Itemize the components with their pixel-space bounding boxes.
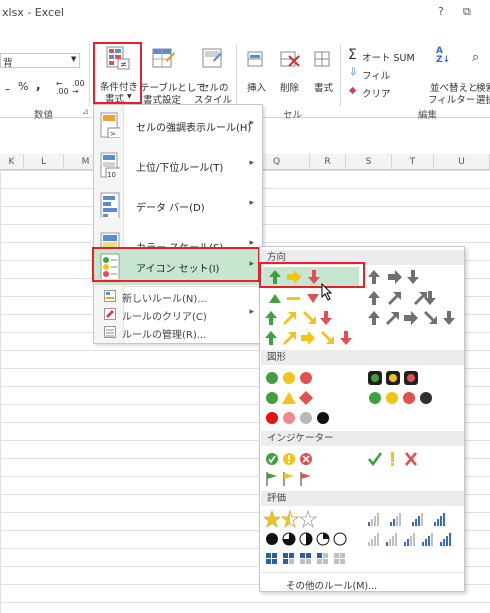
section-indicators: インジケーター	[261, 431, 464, 446]
column-header[interactable]: U	[434, 154, 490, 170]
conditional-formatting-menu: > セルの強調表示ルール(H) ▸ 10 上位/下位ルール(T) ▸ データ バ…	[93, 104, 263, 344]
help-icon[interactable]: ?	[438, 5, 444, 18]
icon-sets-gallery: 方向 図形 インジケーター 評価 その他のルール(M)...	[259, 246, 465, 592]
format-cells-icon	[314, 51, 330, 67]
icon-set-5-boxes[interactable]	[263, 550, 359, 568]
column-header[interactable]: S	[346, 154, 392, 170]
icon-set-3-traffic-lights[interactable]	[263, 369, 359, 387]
menu-item-clear-rules[interactable]: ルールのクリア(C) ▸	[94, 305, 262, 323]
separator	[236, 44, 237, 106]
percent-button[interactable]: %	[18, 80, 28, 93]
highlight-box-icon-sets	[92, 247, 260, 282]
icon-set-3-flags[interactable]	[263, 470, 359, 488]
icon-set-3-symbols-circled[interactable]	[263, 450, 359, 468]
menu-item-new-rule[interactable]: 新しいルール(N)...	[94, 287, 262, 305]
clear-rules-icon	[104, 308, 116, 320]
edit-group-label: 編集	[418, 110, 438, 121]
find-label-2[interactable]: 選択	[476, 92, 490, 106]
icon-set-3-symbols[interactable]	[366, 450, 430, 468]
highlight-cells-rules-icon: >	[100, 112, 120, 138]
highlight-box-arrows	[259, 262, 365, 288]
restore-icon[interactable]: ⧉	[463, 5, 471, 19]
icon-set-5-rating-bars[interactable]	[366, 530, 462, 548]
chevron-down-icon: ▼	[71, 55, 77, 63]
delete-label[interactable]: 削除	[280, 80, 299, 94]
menu-item-label: セルの強調表示ルール(H)	[136, 123, 252, 134]
number-format-value: 背	[3, 58, 13, 69]
sort-filter-label-2[interactable]: フィルター	[428, 92, 475, 106]
currency-icon[interactable]: ｰ	[5, 82, 10, 96]
menu-item-manage-rules[interactable]: ルールの管理(R)...	[94, 323, 262, 341]
icon-set-3-triangles[interactable]	[263, 289, 359, 307]
column-header[interactable]: T	[392, 154, 434, 170]
autosum-icon: Σ	[348, 47, 357, 63]
submenu-arrow-icon: ▸	[249, 307, 254, 317]
icon-set-3-stars[interactable]	[263, 510, 359, 528]
delete-cells-icon	[280, 51, 300, 67]
data-bars-icon	[100, 192, 120, 218]
fill-icon: ⇩	[349, 67, 358, 78]
icon-set-5-quarters[interactable]	[263, 530, 359, 548]
separator	[340, 44, 341, 106]
submenu-arrow-icon: ▸	[249, 198, 254, 208]
separator	[89, 44, 90, 106]
manage-rules-icon	[104, 326, 116, 338]
menu-divider	[261, 572, 464, 573]
icon-set-4-rating-bars[interactable]	[366, 510, 462, 528]
column-header[interactable]: R	[310, 154, 346, 170]
menu-item-label: 上位/下位ルール(T)	[136, 163, 224, 174]
cell-styles-icon	[202, 48, 222, 68]
clear-icon: ◆	[349, 85, 357, 96]
menu-item-top-bottom-rules[interactable]: 10 上位/下位ルール(T) ▸	[94, 146, 262, 186]
increase-decimal-icon[interactable]: ← .00	[56, 80, 69, 96]
window-title: xlsx - Excel	[2, 6, 64, 19]
highlight-box-conditional	[93, 42, 142, 104]
insert-cells-icon	[247, 51, 263, 67]
column-header[interactable]: L	[24, 154, 64, 170]
format-as-table-icon	[152, 48, 175, 68]
icon-set-3-traffic-lights-rimmed[interactable]	[366, 369, 430, 387]
number-group-label: 数値	[34, 110, 54, 121]
submenu-arrow-icon: ▸	[249, 158, 254, 168]
menu-item-data-bars[interactable]: データ バー(D) ▸	[94, 186, 262, 226]
menu-item-label: 新しいルール(N)...	[122, 294, 207, 305]
icon-set-5-arrows-gray[interactable]	[366, 309, 462, 327]
sort-filter-icon: A Z↓	[436, 46, 451, 65]
icon-set-3-signs[interactable]	[263, 389, 359, 407]
mouse-cursor-icon	[321, 283, 333, 301]
comma-button[interactable]: ,	[36, 78, 41, 92]
svg-text:>: >	[110, 130, 116, 138]
icon-set-5-arrows-colored[interactable]	[263, 329, 359, 347]
title-bar: xlsx - Excel ? ⧉	[0, 0, 490, 26]
menu-item-label: ルールの管理(R)...	[122, 330, 207, 341]
icon-set-red-to-black[interactable]	[263, 409, 359, 427]
icon-set-3-arrows-gray[interactable]	[366, 268, 430, 286]
ten-label: 10	[107, 171, 116, 178]
format-label[interactable]: 書式	[314, 80, 333, 94]
fill-button[interactable]: フィル	[362, 68, 390, 82]
dialog-launcher-icon[interactable]: ⊿	[82, 107, 89, 116]
cells-group-label: セル	[283, 110, 303, 121]
icon-set-4-arrows-colored[interactable]	[263, 309, 359, 327]
more-rules-link[interactable]: その他のルール(M)...	[286, 578, 377, 592]
autosum-button[interactable]: オート SUM	[362, 50, 415, 64]
menu-item-label: データ バー(D)	[136, 203, 205, 214]
number-format-dropdown[interactable]: 背 ▼	[0, 53, 80, 69]
section-ratings: 評価	[261, 491, 464, 506]
clear-button[interactable]: クリア	[362, 86, 391, 100]
top-bottom-rules-icon: 10	[100, 152, 120, 178]
menu-item-label: ルールのクリア(C)	[122, 312, 207, 323]
submenu-arrow-icon: ▸	[249, 118, 254, 128]
tab-strip	[0, 26, 490, 36]
decrease-decimal-icon[interactable]: .00 →	[72, 80, 85, 96]
new-rule-icon	[104, 290, 116, 302]
menu-item-highlight-rules[interactable]: > セルの強調表示ルール(H) ▸	[94, 106, 262, 146]
insert-label[interactable]: 挿入	[247, 80, 266, 94]
icon-set-4-arrows-gray[interactable]	[366, 289, 444, 307]
section-shapes: 図形	[261, 350, 464, 365]
icon-set-4-traffic-lights[interactable]	[366, 389, 446, 407]
find-icon: ⌕	[472, 50, 480, 65]
column-header[interactable]: K	[0, 154, 24, 170]
